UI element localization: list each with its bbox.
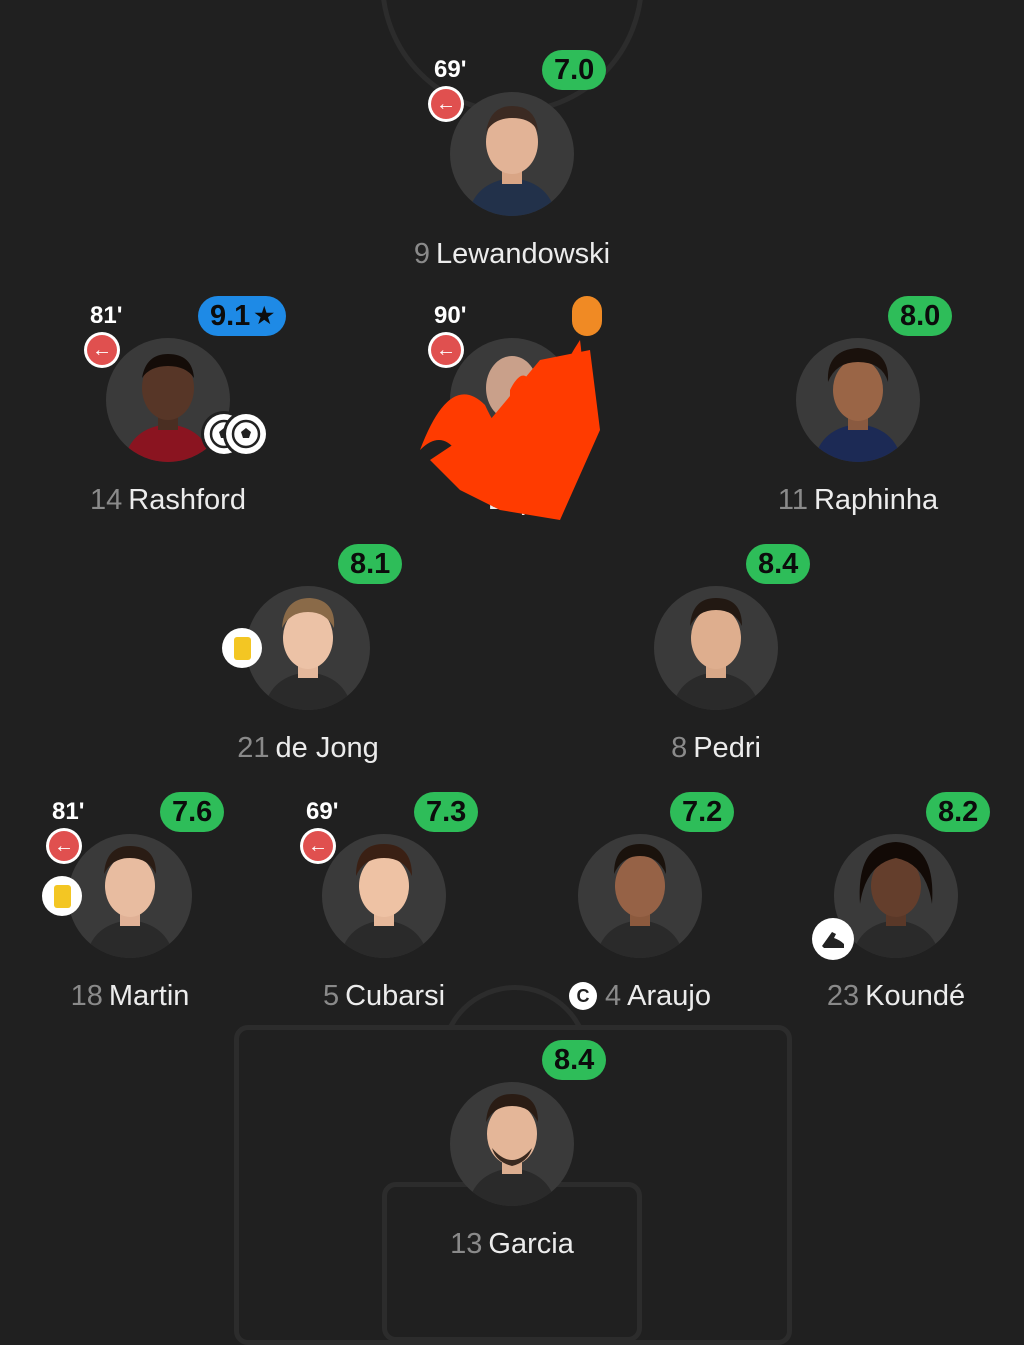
- arrow-left-icon: ←: [46, 828, 82, 864]
- player-photo: [796, 338, 920, 462]
- player-surname: Garcia: [488, 1228, 574, 1260]
- yellow-card-icon: [222, 628, 262, 668]
- player-surname: Lewandowski: [436, 238, 611, 270]
- rating-badge: 8.4: [542, 1040, 607, 1080]
- goals-indicator: [204, 414, 266, 458]
- player-name: 13 Garcia: [312, 1228, 712, 1261]
- player-surname: Raphinha: [813, 484, 939, 516]
- player-name: 11 Raphinha: [658, 484, 1024, 517]
- arrow-left-icon: ←: [300, 828, 336, 864]
- player-name: 8 Pedri: [516, 732, 916, 765]
- rating-badge: 8.4: [746, 544, 811, 584]
- rating-badge: 7.0: [542, 50, 607, 90]
- player-surname: Cubarsi: [345, 980, 446, 1012]
- shirt-number: 23: [826, 980, 860, 1012]
- substitution-time: 69': [306, 798, 339, 825]
- football-icon: [226, 414, 266, 454]
- player-photo: [578, 834, 702, 958]
- rating-badge: 7.3: [414, 792, 479, 832]
- rating-badge: 7.6: [160, 792, 225, 832]
- substitution-time: 81': [52, 798, 85, 825]
- shirt-number: 18: [70, 980, 103, 1012]
- player-surname: Martin: [108, 980, 190, 1012]
- goal-box: [382, 1182, 642, 1342]
- player-name: 21 de Jong: [108, 732, 508, 765]
- rating-badge: 8.1: [338, 544, 403, 584]
- rating-badge: 8.2: [926, 792, 991, 832]
- shirt-number: 4: [605, 980, 622, 1012]
- player-surname: de Jong: [275, 732, 379, 764]
- yellow-card-icon: [42, 876, 82, 916]
- player-photo: [68, 834, 192, 958]
- shirt-number: 13: [450, 1228, 483, 1260]
- player-photo: [450, 92, 574, 216]
- substitution-time: 69': [434, 56, 467, 83]
- arrow-left-icon: ←: [428, 86, 464, 122]
- shirt-number: 11: [777, 484, 808, 516]
- player-name: 23 Koundé: [696, 980, 1024, 1013]
- player-photo: [450, 1082, 574, 1206]
- player-photo: [322, 834, 446, 958]
- rating-badge: 7.2: [670, 792, 735, 832]
- player-surname: Rashford: [128, 484, 246, 516]
- player-photo: [246, 586, 370, 710]
- captain-badge: C: [569, 982, 598, 1010]
- rating-badge: 8.0: [888, 296, 953, 336]
- shirt-number: 21: [237, 732, 270, 764]
- player-surname: Pedri: [693, 732, 761, 764]
- redaction-scribble: [420, 340, 600, 520]
- shirt-number: 9: [413, 238, 431, 270]
- arrow-left-icon: ←: [84, 332, 120, 368]
- rating-badge: 9.1 ★: [198, 296, 287, 336]
- shirt-number: 5: [322, 980, 340, 1012]
- shirt-number: 8: [671, 732, 688, 764]
- boot-icon: [812, 918, 854, 960]
- shirt-number: 14: [90, 484, 123, 516]
- star-icon: ★: [254, 303, 275, 328]
- player-photo: [654, 586, 778, 710]
- player-name: 9 Lewandowski: [312, 238, 712, 271]
- substitution-time: 81': [90, 302, 123, 329]
- player-surname: Koundé: [865, 980, 966, 1012]
